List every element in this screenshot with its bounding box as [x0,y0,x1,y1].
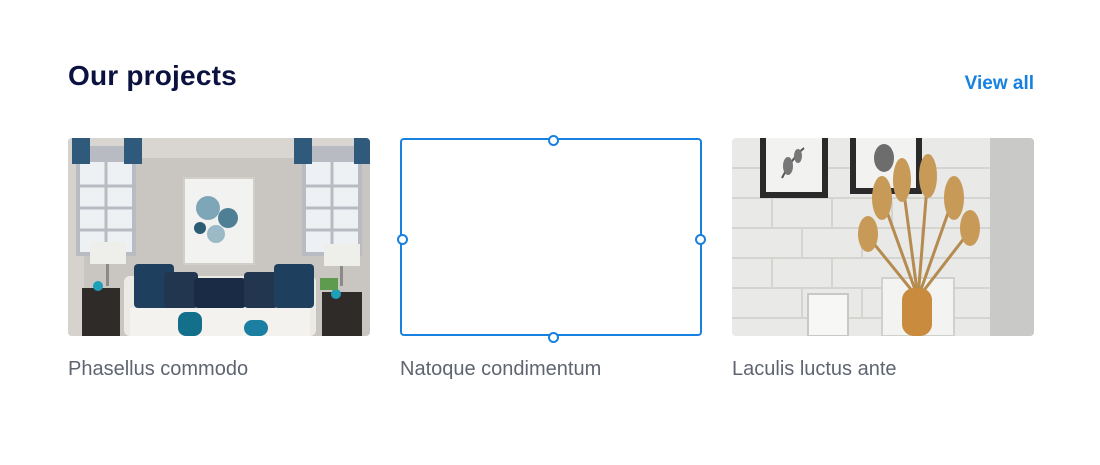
resize-handle-right[interactable] [695,234,706,245]
project-card-selected[interactable]: Natoque condimentum [397,135,706,381]
resize-handle-top[interactable] [548,135,559,146]
project-image-dried-flowers[interactable] [732,138,1034,336]
selection-frame[interactable] [397,135,706,343]
view-all-link[interactable]: View all [965,73,1034,95]
section-title: Our projects [68,60,237,91]
resize-handle-left[interactable] [397,234,408,245]
projects-section: Our projects View all Phasellus commodo … [0,0,1100,465]
project-caption: Natoque condimentum [400,358,602,380]
project-image-living-room[interactable] [68,138,370,336]
resize-handle-bottom[interactable] [548,332,559,343]
project-image-placeholder[interactable] [397,135,706,343]
project-caption: Laculis luctus ante [732,358,897,380]
project-card[interactable]: Phasellus commodo [68,138,370,381]
project-caption: Phasellus commodo [68,358,249,380]
project-card[interactable]: Laculis luctus ante [732,138,1034,381]
